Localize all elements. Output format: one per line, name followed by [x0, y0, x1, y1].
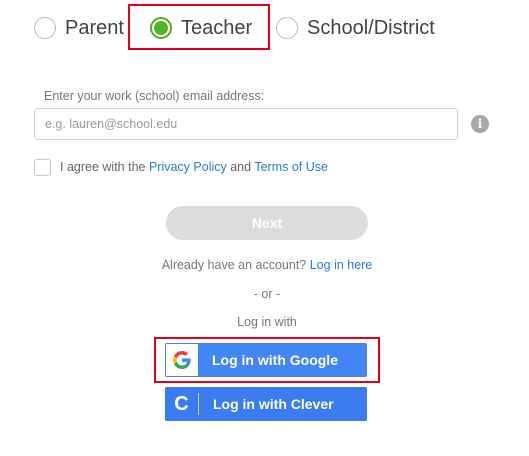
privacy-policy-link[interactable]: Privacy Policy	[149, 160, 227, 174]
role-selector: Parent Teacher School/District	[0, 10, 529, 46]
school-district-radio[interactable]	[276, 17, 298, 39]
agree-text: I agree with the Privacy Policy and Term…	[60, 160, 328, 174]
clever-login-button[interactable]: C Log in with Clever	[165, 387, 367, 421]
parent-label: Parent	[65, 16, 124, 39]
agree-checkbox[interactable]	[34, 159, 51, 176]
next-button[interactable]: Next	[166, 206, 368, 240]
clever-logo-glyph: C	[174, 392, 189, 415]
or-separator: - or -	[253, 287, 281, 301]
already-account-text: Already have an account? Log in here	[0, 258, 529, 272]
email-label: Enter your work (school) email address:	[44, 89, 265, 103]
info-icon[interactable]: i	[471, 115, 489, 133]
log-in-here-link[interactable]: Log in here	[310, 258, 373, 272]
agree-prefix: I agree with the	[60, 160, 149, 174]
parent-radio[interactable]	[34, 17, 56, 39]
clever-icon: C	[165, 393, 199, 415]
role-school-district-option[interactable]: School/District	[276, 10, 435, 46]
log-in-with-label: Log in with	[237, 315, 297, 329]
teacher-radio[interactable]	[150, 17, 172, 39]
role-teacher-option[interactable]: Teacher	[150, 10, 252, 46]
terms-of-use-link[interactable]: Terms of Use	[254, 160, 328, 174]
google-login-button[interactable]: Log in with Google	[165, 343, 367, 377]
google-logo-svg	[173, 351, 191, 369]
google-login-label: Log in with Google	[212, 352, 338, 368]
teacher-label: Teacher	[181, 16, 253, 39]
email-input[interactable]	[34, 108, 458, 140]
school-district-label: School/District	[307, 16, 435, 39]
signup-page: Parent Teacher School/District Enter you…	[0, 0, 529, 456]
already-account-prompt: Already have an account?	[161, 258, 310, 272]
role-parent-option[interactable]: Parent	[34, 10, 124, 46]
google-icon	[166, 344, 198, 376]
clever-login-label: Log in with Clever	[213, 396, 334, 412]
agree-and: and	[226, 160, 255, 174]
radio-selected-dot	[154, 21, 168, 35]
